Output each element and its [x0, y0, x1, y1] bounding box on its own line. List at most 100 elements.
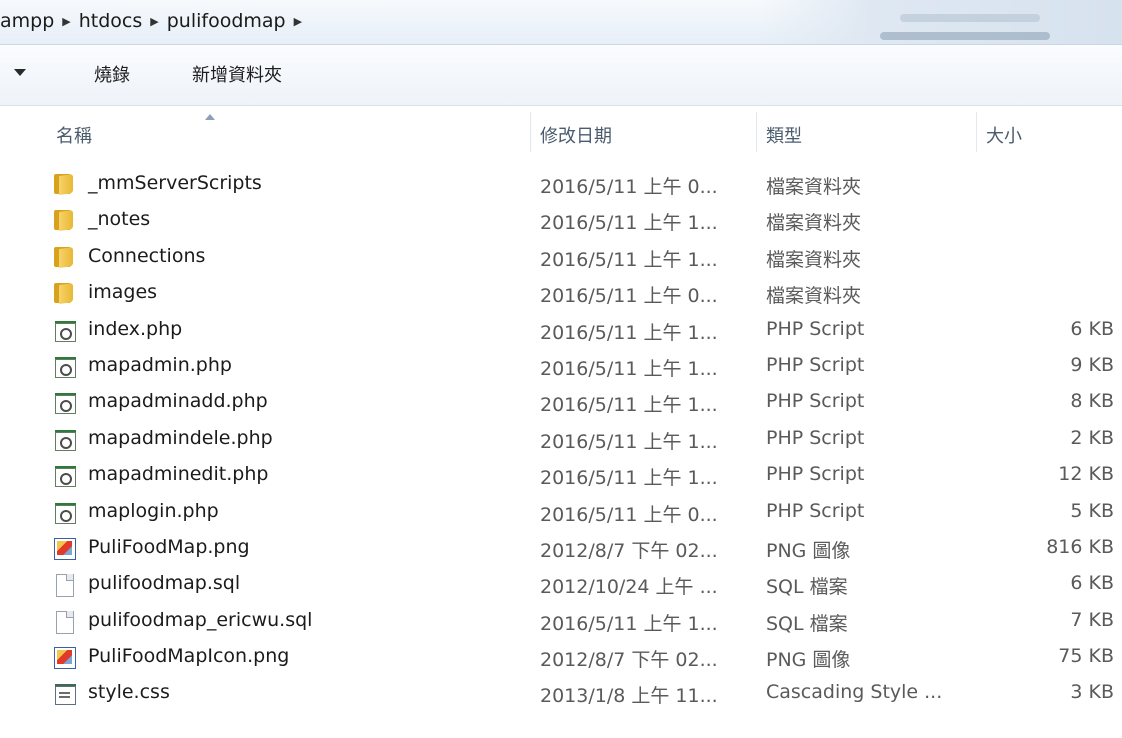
file-type: PNG 圖像 — [766, 539, 851, 562]
file-date-modified: 2012/8/7 下午 02... — [540, 649, 718, 672]
file-type: PHP Script — [766, 426, 865, 449]
file-name: mapadminadd.php — [88, 390, 268, 413]
column-header-date-modified[interactable]: 修改日期 — [540, 122, 612, 148]
sql-file-icon — [52, 573, 76, 598]
breadcrumb-arrow-icon[interactable]: ▶ — [148, 15, 160, 28]
file-date-modified: 2016/5/11 上午 0... — [540, 503, 718, 526]
file-type: SQL 檔案 — [766, 612, 848, 635]
file-date-modified: 2016/5/11 上午 1... — [540, 212, 718, 235]
file-name: _notes — [88, 208, 151, 231]
php-file-icon — [52, 501, 76, 524]
file-row[interactable]: index.php 2016/5/11 上午 1... PHP Script 6 KB — [0, 312, 1122, 348]
file-size: 9 KB — [1070, 353, 1114, 376]
file-size: 75 KB — [1058, 645, 1114, 668]
php-file-icon — [52, 319, 76, 342]
file-date-modified: 2016/5/11 上午 0... — [540, 285, 718, 308]
file-name: Connections — [88, 244, 206, 267]
column-divider[interactable] — [530, 112, 531, 152]
column-header-name[interactable]: 名稱 — [56, 122, 92, 148]
file-row[interactable]: pulifoodmap.sql 2012/10/24 上午 ... SQL 檔案 6 … — [0, 566, 1122, 602]
file-type: 檔案資料夾 — [766, 248, 862, 271]
file-size: 2 KB — [1070, 426, 1114, 449]
file-list: _mmServerScripts 2016/5/11 上午 0... 檔案資料夾 _n… — [0, 166, 1122, 712]
column-header-row: 名稱 修改日期 類型 大小 — [0, 106, 1122, 156]
dropdown-arrow-icon[interactable] — [14, 69, 26, 76]
breadcrumb-arrow-icon[interactable]: ▶ — [292, 15, 304, 28]
file-date-modified: 2016/5/11 上午 1... — [540, 612, 718, 635]
file-name: images — [88, 281, 158, 304]
folder-icon — [52, 209, 76, 232]
folder-icon — [52, 173, 76, 195]
folder-icon — [52, 246, 76, 268]
file-name: mapadminedit.php — [88, 463, 269, 486]
file-type: PNG 圖像 — [766, 649, 851, 672]
file-date-modified: 2016/5/11 上午 1... — [540, 321, 718, 344]
file-name: style.css — [88, 681, 170, 704]
file-row[interactable]: mapadmindele.php 2016/5/11 上午 1... PHP Scr… — [0, 421, 1122, 457]
file-row[interactable]: PuliFoodMapIcon.png 2012/8/7 下午 02... PNG … — [0, 639, 1122, 675]
file-name: maplogin.php — [88, 499, 219, 522]
file-name: mapadmin.php — [88, 353, 232, 376]
column-divider[interactable] — [756, 112, 757, 152]
blurred-background — [880, 32, 1050, 40]
file-row[interactable]: style.css 2013/1/8 上午 11... Cascading Styl… — [0, 675, 1122, 711]
file-date-modified: 2016/5/11 上午 1... — [540, 394, 718, 417]
file-date-modified: 2016/5/11 上午 1... — [540, 430, 718, 453]
file-name: pulifoodmap.sql — [88, 572, 241, 595]
file-size: 5 KB — [1070, 499, 1114, 522]
file-type: PHP Script — [766, 463, 865, 486]
file-date-modified: 2012/8/7 下午 02... — [540, 539, 718, 562]
blurred-background — [900, 14, 1040, 22]
breadcrumb-item-xampp[interactable]: ampp — [0, 10, 60, 32]
folder-icon — [52, 282, 76, 305]
breadcrumb: ampp ▶ htdocs ▶ pulifoodmap ▶ — [0, 10, 304, 32]
file-row[interactable]: mapadmin.php 2016/5/11 上午 1... PHP Script 9… — [0, 348, 1122, 384]
breadcrumb-item-pulifoodmap[interactable]: pulifoodmap — [161, 10, 292, 32]
file-row[interactable]: PuliFoodMap.png 2012/8/7 下午 02... PNG 圖像 81… — [0, 530, 1122, 566]
file-size: 8 KB — [1070, 390, 1114, 413]
column-header-type[interactable]: 類型 — [766, 122, 802, 148]
sort-ascending-icon — [205, 114, 215, 120]
column-header-size[interactable]: 大小 — [986, 122, 1022, 148]
file-size: 7 KB — [1070, 608, 1114, 631]
file-size: 6 KB — [1070, 317, 1114, 340]
file-name: PuliFoodMap.png — [88, 535, 250, 558]
file-type: 檔案資料夾 — [766, 212, 862, 235]
breadcrumb-item-htdocs[interactable]: htdocs — [73, 10, 149, 32]
command-bar: 燒錄 新增資料夾 — [0, 45, 1122, 106]
file-row[interactable]: _notes 2016/5/11 上午 1... 檔案資料夾 — [0, 202, 1122, 238]
file-date-modified: 2016/5/11 上午 1... — [540, 357, 718, 380]
file-size: 3 KB — [1070, 681, 1114, 704]
column-divider[interactable] — [976, 112, 977, 152]
new-folder-button[interactable]: 新增資料夾 — [192, 61, 282, 87]
file-name: index.php — [88, 317, 183, 340]
php-file-icon — [52, 464, 76, 488]
file-size: 6 KB — [1070, 572, 1114, 595]
file-date-modified: 2016/5/11 上午 1... — [540, 248, 718, 271]
file-name: pulifoodmap_ericwu.sql — [88, 608, 313, 631]
file-type: 檔案資料夾 — [766, 176, 862, 198]
file-type: PHP Script — [766, 499, 865, 522]
file-row[interactable]: maplogin.php 2016/5/11 上午 0... PHP Script 5… — [0, 494, 1122, 530]
file-date-modified: 2013/1/8 上午 11... — [540, 685, 718, 708]
file-type: 檔案資料夾 — [766, 285, 862, 308]
php-file-icon — [52, 428, 76, 451]
breadcrumb-arrow-icon[interactable]: ▶ — [60, 15, 72, 28]
file-row[interactable]: _mmServerScripts 2016/5/11 上午 0... 檔案資料夾 — [0, 166, 1122, 202]
png-image-icon — [52, 646, 76, 670]
file-date-modified: 2012/10/24 上午 ... — [540, 576, 718, 599]
file-type: PHP Script — [766, 317, 865, 340]
file-type: PHP Script — [766, 390, 865, 413]
file-type: SQL 檔案 — [766, 576, 848, 599]
sql-file-icon — [52, 610, 76, 634]
file-date-modified: 2016/5/11 上午 1... — [540, 467, 718, 490]
file-row[interactable]: pulifoodmap_ericwu.sql 2016/5/11 上午 1... S… — [0, 603, 1122, 639]
address-bar[interactable]: ampp ▶ htdocs ▶ pulifoodmap ▶ — [0, 0, 1122, 45]
file-row[interactable]: mapadminedit.php 2016/5/11 上午 1... PHP Scr… — [0, 457, 1122, 493]
file-row[interactable]: Connections 2016/5/11 上午 1... 檔案資料夾 — [0, 239, 1122, 275]
file-row[interactable]: mapadminadd.php 2016/5/11 上午 1... PHP Scri… — [0, 384, 1122, 420]
file-size: 816 KB — [1046, 535, 1114, 558]
file-name: mapadmindele.php — [88, 426, 273, 449]
file-row[interactable]: images 2016/5/11 上午 0... 檔案資料夾 — [0, 275, 1122, 311]
burn-button[interactable]: 燒錄 — [94, 61, 130, 87]
